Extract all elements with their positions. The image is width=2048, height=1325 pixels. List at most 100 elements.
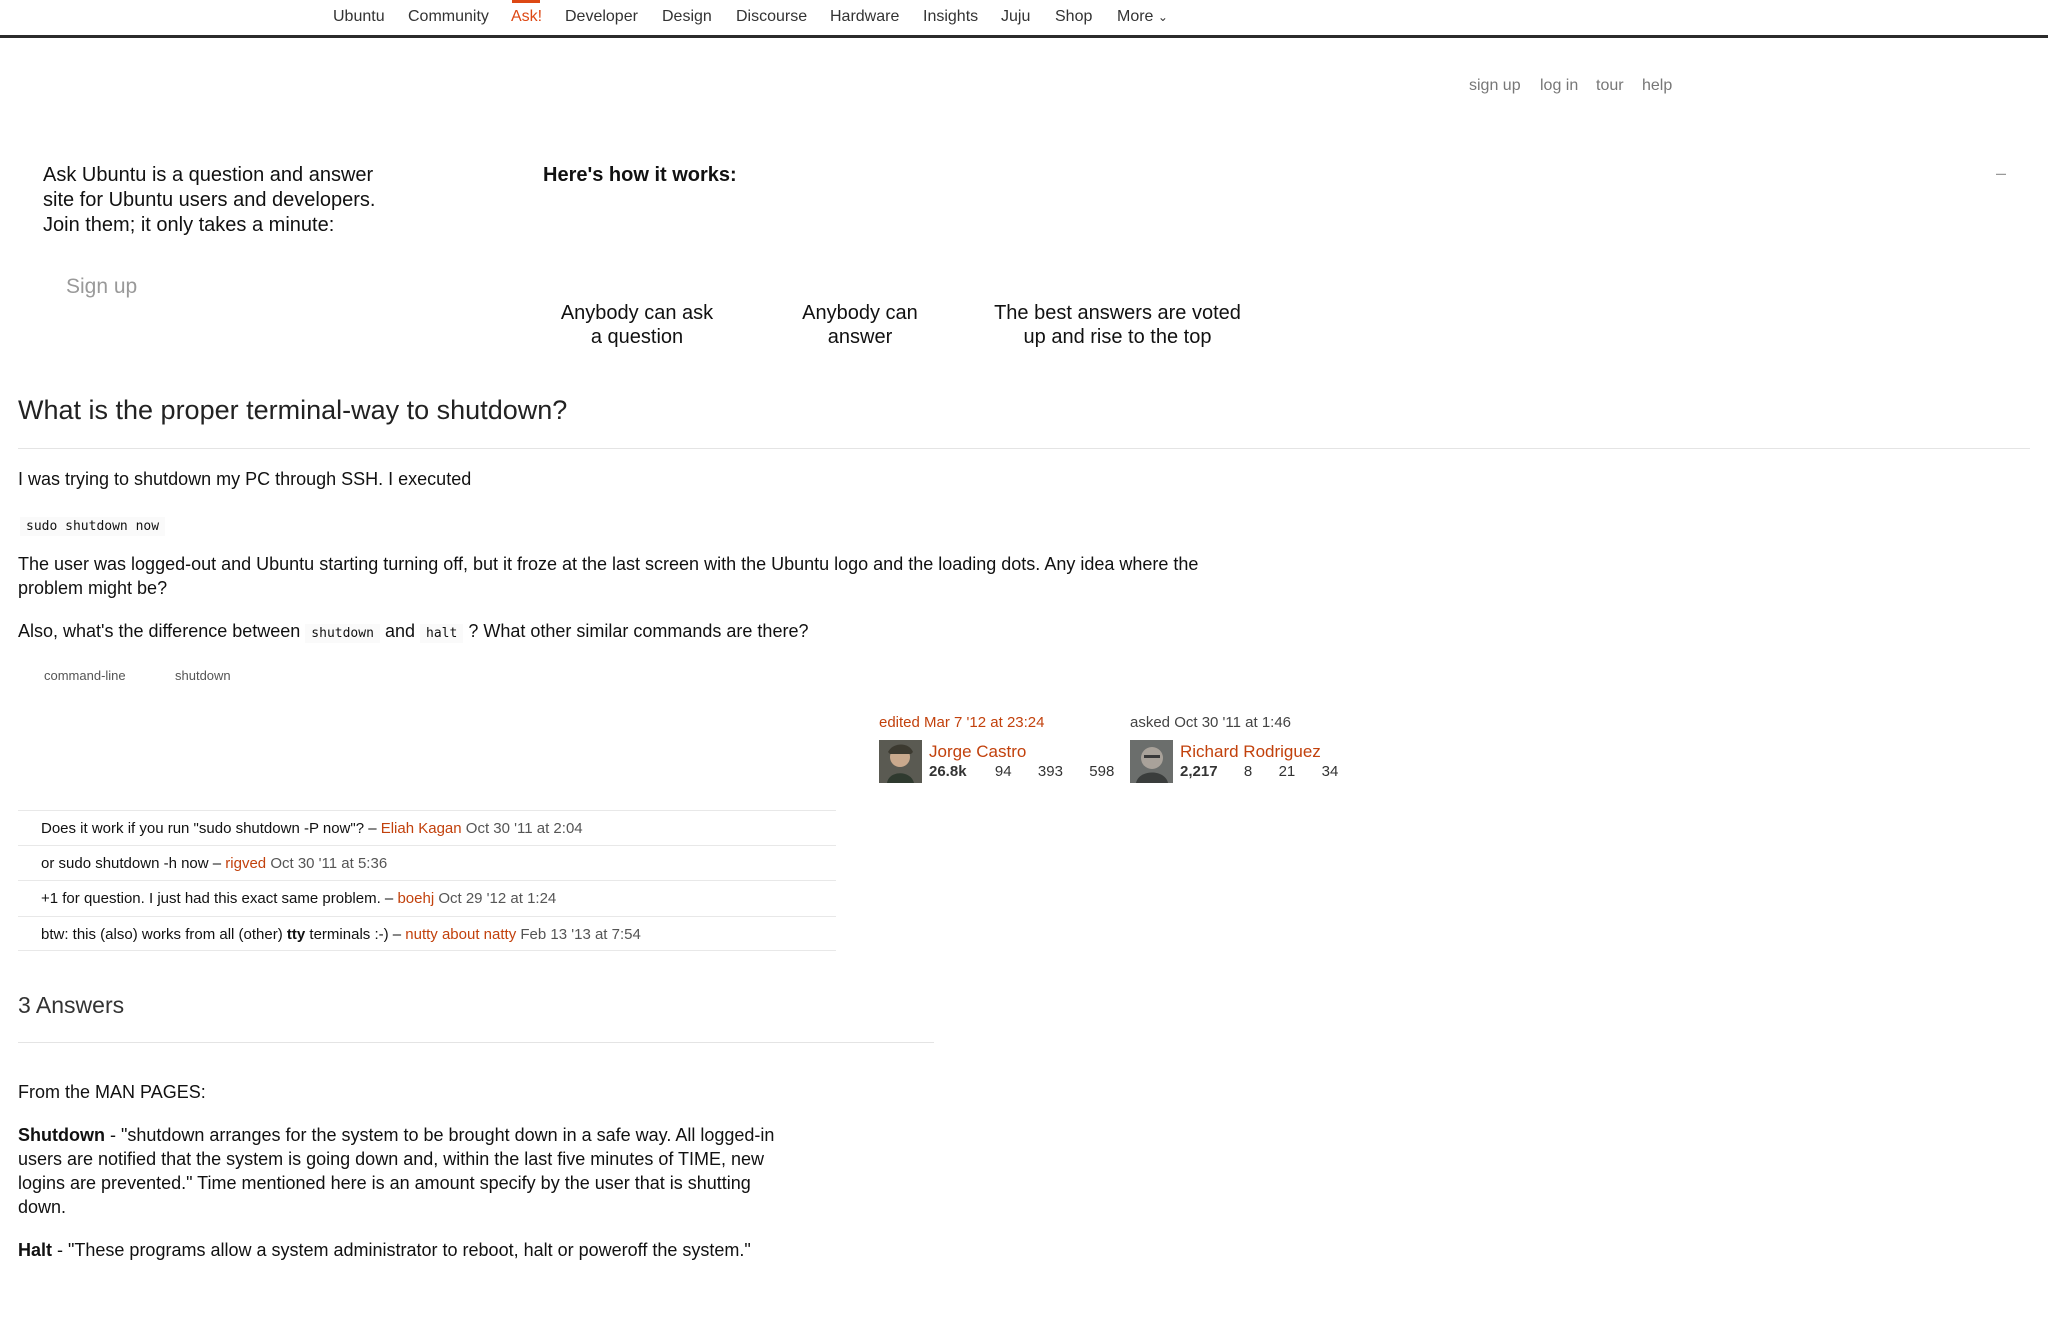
comment-text: Does it work if you run "sudo shutdown -… xyxy=(41,820,377,837)
silver-badges: 21 xyxy=(1278,763,1296,780)
answer-line: logins are prevented." Time mentioned he… xyxy=(18,1173,751,1193)
tour-link[interactable]: tour xyxy=(1596,77,1624,95)
comment-date[interactable]: Oct 29 '12 at 1:24 xyxy=(438,890,556,907)
comment-date[interactable]: Oct 30 '11 at 2:04 xyxy=(466,820,583,837)
how-line: up and rise to the top xyxy=(1023,326,1212,348)
question-line: problem might be? xyxy=(18,578,168,598)
reputation-score: 26.8k xyxy=(929,763,967,780)
comment: or sudo shutdown -h now – rigved Oct 30 … xyxy=(18,845,836,880)
help-link[interactable]: help xyxy=(1642,77,1672,95)
nav-item-developer[interactable]: Developer xyxy=(565,8,638,26)
answer-line: down. xyxy=(18,1197,67,1217)
gold-badges: 8 xyxy=(1243,763,1253,780)
how-item-ask: Anybody can ask a question xyxy=(543,301,731,349)
tag-shutdown[interactable]: shutdown xyxy=(175,668,231,683)
question-text: Also, what's the difference between xyxy=(18,621,301,641)
nav-item-insights[interactable]: Insights xyxy=(923,8,978,26)
nav-item-community[interactable]: Community xyxy=(408,8,489,26)
intro-text: Ask Ubuntu is a question and answer site… xyxy=(43,163,423,238)
more-label: More xyxy=(1117,8,1154,25)
how-line: Anybody can ask xyxy=(560,302,714,324)
answer-line: users are notified that the system is go… xyxy=(18,1149,765,1169)
collapse-icon[interactable]: – xyxy=(1996,163,2006,184)
answer-paragraph: Shutdown - "shutdown arranges for the sy… xyxy=(18,1123,818,1219)
signup-button[interactable]: Sign up xyxy=(66,275,137,299)
answer-term: Halt xyxy=(18,1240,53,1260)
nav-item-hardware[interactable]: Hardware xyxy=(830,8,899,26)
intro-line: site for Ubuntu users and developers. xyxy=(43,189,376,211)
reputation-score: 2,217 xyxy=(1180,763,1218,780)
code-inline: shutdown xyxy=(305,624,380,643)
divider xyxy=(18,448,2030,449)
comment-text: +1 for question. I just had this exact s… xyxy=(41,890,394,907)
code-text: sudo shutdown now xyxy=(20,517,166,536)
comment: btw: this (also) works from all (other) … xyxy=(18,916,836,951)
nav-item-shop[interactable]: Shop xyxy=(1055,8,1092,26)
comment-user[interactable]: nutty about natty xyxy=(405,926,516,943)
nav-item-ubuntu[interactable]: Ubuntu xyxy=(333,8,385,26)
how-line: Anybody can xyxy=(802,302,918,324)
how-line: The best answers are voted xyxy=(994,302,1241,324)
answer-intro: From the MAN PAGES: xyxy=(18,1082,206,1102)
how-line: answer xyxy=(827,326,893,348)
avatar-image xyxy=(1130,740,1173,783)
avatar-image xyxy=(879,740,922,783)
code-inline: halt xyxy=(420,624,464,643)
editor-reputation: 26.8k 94 393 598 xyxy=(929,763,1114,780)
how-line: a question xyxy=(590,326,684,348)
answer-line: Shutdown - "shutdown arranges for the sy… xyxy=(18,1123,818,1147)
answer-text: - "These programs allow a system adminis… xyxy=(52,1240,751,1260)
divider xyxy=(18,1042,934,1043)
comment-text: terminals :-) – xyxy=(309,926,402,943)
answer-term: Shutdown xyxy=(18,1125,105,1145)
nav-item-discourse[interactable]: Discourse xyxy=(736,8,807,26)
nav-item-more[interactable]: More ⌄ xyxy=(1117,8,1168,26)
avatar[interactable] xyxy=(879,740,922,783)
avatar[interactable] xyxy=(1130,740,1173,783)
comment-user[interactable]: boehj xyxy=(397,890,434,907)
edited-link[interactable]: edited Mar 7 '12 at 23:24 xyxy=(879,714,1044,731)
answers-heading: 3 Answers xyxy=(18,992,125,1018)
chevron-down-icon: ⌄ xyxy=(1157,10,1168,24)
nav-item-ask[interactable]: Ask! xyxy=(511,8,542,26)
comment-body: Does it work if you run "sudo shutdown -… xyxy=(41,820,583,837)
editor-name[interactable]: Jorge Castro xyxy=(929,742,1026,762)
comment-user[interactable]: rigved xyxy=(225,855,266,872)
answer-text: - "shutdown arranges for the system to b… xyxy=(104,1125,775,1145)
global-nav: Ubuntu Community Ask! Developer Design D… xyxy=(0,0,2048,38)
bronze-badges: 598 xyxy=(1089,763,1115,780)
asker-reputation: 2,217 8 21 34 xyxy=(1180,763,1338,780)
sign-up-link[interactable]: sign up xyxy=(1469,77,1521,95)
nav-item-juju[interactable]: Juju xyxy=(1001,8,1030,26)
question-paragraph: I was trying to shutdown my PC through S… xyxy=(18,469,472,489)
asker-name[interactable]: Richard Rodriguez xyxy=(1180,742,1321,762)
question-paragraph: Also, what's the difference between shut… xyxy=(18,619,808,646)
nav-item-design[interactable]: Design xyxy=(662,8,712,26)
tag-command-line[interactable]: command-line xyxy=(44,668,126,683)
question-text: ? What other similar commands are there? xyxy=(468,621,809,641)
intro-line: Ask Ubuntu is a question and answer xyxy=(43,164,374,186)
bronze-badges: 34 xyxy=(1321,763,1339,780)
comment-body: +1 for question. I just had this exact s… xyxy=(41,890,556,907)
asked-date: asked Oct 30 '11 at 1:46 xyxy=(1130,714,1292,731)
code-block: sudo shutdown now xyxy=(20,512,166,539)
question-line: The user was logged-out and Ubuntu start… xyxy=(18,554,1199,574)
how-item-vote: The best answers are voted up and rise t… xyxy=(975,301,1260,349)
answer-paragraph: Halt - "These programs allow a system ad… xyxy=(18,1238,751,1262)
comment-date[interactable]: Oct 30 '11 at 5:36 xyxy=(270,855,387,872)
comment: +1 for question. I just had this exact s… xyxy=(18,880,836,915)
gold-badges: 94 xyxy=(994,763,1012,780)
question-title[interactable]: What is the proper terminal-way to shutd… xyxy=(18,395,567,426)
comment-text: or sudo shutdown -h now – xyxy=(41,855,222,872)
silver-badges: 393 xyxy=(1037,763,1063,780)
comment-text-bold: tty xyxy=(286,926,306,943)
log-in-link[interactable]: log in xyxy=(1540,77,1578,95)
comment: Does it work if you run "sudo shutdown -… xyxy=(18,810,836,845)
comment-text: btw: this (also) works from all (other) xyxy=(41,926,283,943)
intro-line: Join them; it only takes a minute: xyxy=(43,214,335,236)
question-text: and xyxy=(384,621,415,641)
comment-date[interactable]: Feb 13 '13 at 7:54 xyxy=(520,926,640,943)
comment-body: btw: this (also) works from all (other) … xyxy=(41,926,641,943)
comment-body: or sudo shutdown -h now – rigved Oct 30 … xyxy=(41,855,387,872)
comment-user[interactable]: Eliah Kagan xyxy=(381,820,462,837)
